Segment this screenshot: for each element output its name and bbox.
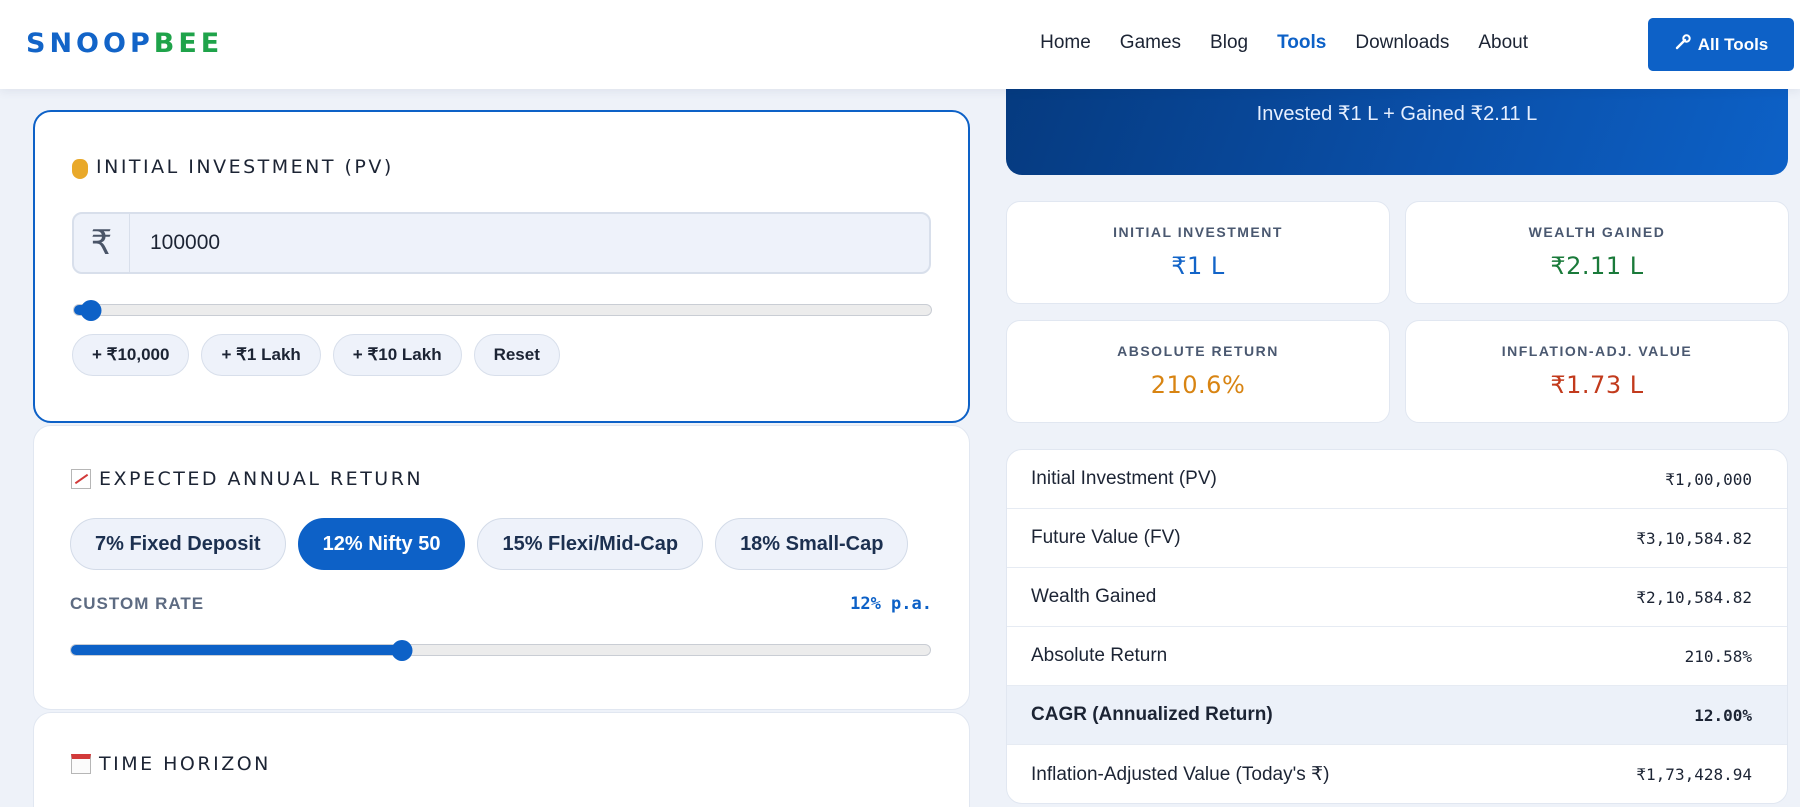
quick-add-buttons: + ₹10,000 + ₹1 Lakh + ₹10 Lakh Reset	[72, 334, 560, 376]
annual-return-title: EXPECTED ANNUAL RETURN	[99, 468, 424, 490]
row-label: CAGR (Annualized Return)	[1031, 704, 1273, 725]
snoopbee-logo[interactable]: SNOOPBEE	[26, 28, 223, 59]
nav-blog[interactable]: Blog	[1210, 32, 1248, 54]
time-horizon-card: TIME HORIZON	[33, 712, 970, 807]
stat-label: WEALTH GAINED	[1528, 224, 1666, 240]
stat-wealth-gained: WEALTH GAINED ₹2.11 L	[1405, 201, 1789, 304]
table-row: Inflation-Adjusted Value (Today's ₹) ₹1,…	[1007, 745, 1787, 803]
return-rate-slider[interactable]	[70, 640, 931, 661]
time-horizon-title: TIME HORIZON	[99, 753, 271, 775]
wrench-icon	[1674, 33, 1692, 56]
row-value: ₹2,10,584.82	[1636, 587, 1752, 607]
logo-text-part2: BEE	[153, 28, 224, 59]
money-bag-icon	[72, 159, 88, 179]
table-row: Absolute Return 210.58%	[1007, 627, 1787, 686]
return-presets: 7% Fixed Deposit 12% Nifty 50 15% Flexi/…	[70, 518, 909, 570]
return-rate-slider-fill	[71, 645, 402, 655]
nav-about[interactable]: About	[1478, 32, 1528, 54]
chart-increasing-icon	[71, 469, 91, 489]
preset-fixed-deposit[interactable]: 7% Fixed Deposit	[70, 518, 286, 570]
return-rate-slider-thumb[interactable]	[391, 640, 413, 661]
logo-text-part1: SNOOP	[26, 28, 154, 59]
annual-return-card: EXPECTED ANNUAL RETURN 7% Fixed Deposit …	[33, 425, 970, 710]
stat-label: INITIAL INVESTMENT	[1113, 224, 1283, 240]
row-value: 210.58%	[1684, 646, 1752, 666]
rupee-symbol: ₹	[74, 214, 130, 272]
row-label: Wealth Gained	[1031, 586, 1157, 607]
stat-value: ₹2.11 L	[1550, 252, 1644, 280]
add-10-lakh-button[interactable]: + ₹10 Lakh	[332, 334, 462, 376]
all-tools-button[interactable]: All Tools	[1648, 18, 1794, 71]
table-row: Initial Investment (PV) ₹1,00,000	[1007, 450, 1787, 509]
nav-games[interactable]: Games	[1120, 32, 1181, 54]
stat-initial-investment: INITIAL INVESTMENT ₹1 L	[1006, 201, 1390, 304]
results-breakdown-table: Initial Investment (PV) ₹1,00,000 Future…	[1006, 449, 1788, 804]
row-label: Absolute Return	[1031, 645, 1168, 666]
row-value: 12.00%	[1694, 705, 1752, 725]
stat-absolute-return: ABSOLUTE RETURN 210.6%	[1006, 320, 1390, 423]
top-header: SNOOPBEE Home Games Blog Tools Downloads…	[0, 0, 1800, 89]
row-value: ₹1,00,000	[1665, 469, 1752, 489]
main-nav: Home Games Blog Tools Downloads About	[1011, 32, 1528, 54]
annual-return-title-row: EXPECTED ANNUAL RETURN	[71, 468, 423, 490]
stat-inflation-adjusted-value: INFLATION-ADJ. VALUE ₹1.73 L	[1405, 320, 1789, 423]
table-row-highlighted: CAGR (Annualized Return) 12.00%	[1007, 686, 1787, 745]
row-label: Initial Investment (PV)	[1031, 468, 1217, 489]
preset-nifty-50[interactable]: 12% Nifty 50	[297, 518, 466, 570]
row-label: Inflation-Adjusted Value (Today's ₹)	[1031, 763, 1330, 785]
stat-value: ₹1 L	[1171, 252, 1225, 280]
stat-label: INFLATION-ADJ. VALUE	[1501, 343, 1693, 359]
initial-investment-title: INITIAL INVESTMENT (PV)	[96, 156, 394, 178]
investment-input-group: ₹	[72, 212, 931, 274]
nav-downloads[interactable]: Downloads	[1355, 32, 1449, 54]
time-horizon-title-row: TIME HORIZON	[71, 753, 271, 775]
table-row: Future Value (FV) ₹3,10,584.82	[1007, 509, 1787, 568]
initial-investment-title-row: INITIAL INVESTMENT (PV)	[72, 156, 394, 179]
stat-value: 210.6%	[1150, 371, 1246, 399]
nav-home[interactable]: Home	[1040, 32, 1091, 54]
nav-tools[interactable]: Tools	[1277, 32, 1326, 54]
add-1-lakh-button[interactable]: + ₹1 Lakh	[201, 334, 321, 376]
preset-small-cap[interactable]: 18% Small-Cap	[715, 518, 909, 570]
row-label: Future Value (FV)	[1031, 527, 1181, 548]
custom-rate-label: CUSTOM RATE	[70, 594, 205, 613]
stat-label: ABSOLUTE RETURN	[1117, 343, 1279, 359]
initial-investment-card: INITIAL INVESTMENT (PV) ₹ + ₹10,000 + ₹1…	[33, 110, 970, 423]
add-10000-button[interactable]: + ₹10,000	[72, 334, 190, 376]
all-tools-label: All Tools	[1697, 34, 1769, 54]
row-value: ₹3,10,584.82	[1636, 528, 1752, 548]
reset-button[interactable]: Reset	[473, 334, 560, 376]
row-value: ₹1,73,428.94	[1636, 764, 1752, 784]
preset-flexi-mid-cap[interactable]: 15% Flexi/Mid-Cap	[477, 518, 704, 570]
investment-amount-input[interactable]	[130, 214, 929, 272]
stat-value: ₹1.73 L	[1550, 371, 1644, 399]
investment-slider-thumb[interactable]	[80, 300, 102, 321]
table-row: Wealth Gained ₹2,10,584.82	[1007, 568, 1787, 627]
hero-summary-text: Invested ₹1 L + Gained ₹2.11 L	[1256, 103, 1538, 125]
custom-rate-value: 12% p.a.	[850, 594, 932, 614]
calendar-icon	[71, 754, 91, 774]
investment-slider[interactable]	[73, 300, 932, 321]
